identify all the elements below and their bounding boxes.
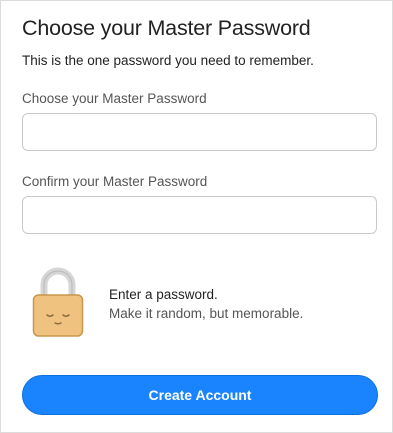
hint-body: Make it random, but memorable. <box>109 306 304 321</box>
page-title: Choose your Master Password <box>22 16 311 40</box>
create-account-button[interactable]: Create Account <box>22 375 378 415</box>
master-password-panel: Choose your Master Password This is the … <box>0 0 393 433</box>
master-password-label: Choose your Master Password <box>22 91 207 106</box>
master-password-input[interactable] <box>22 113 377 151</box>
confirm-password-input[interactable] <box>22 196 377 234</box>
hint-title: Enter a password. <box>109 287 218 302</box>
page-subtitle: This is the one password you need to rem… <box>22 53 314 68</box>
confirm-password-label: Confirm your Master Password <box>22 174 208 189</box>
lock-icon <box>32 267 84 339</box>
password-strength-hint: Enter a password. Make it random, but me… <box>109 285 303 323</box>
